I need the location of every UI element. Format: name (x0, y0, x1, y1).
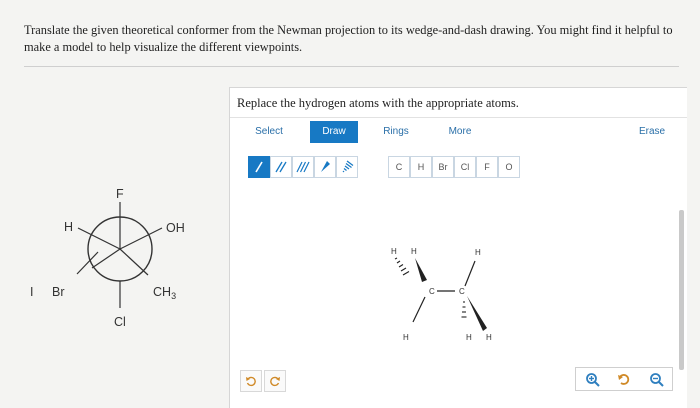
reset-zoom-icon (618, 374, 630, 385)
divider (24, 66, 679, 67)
tab-select[interactable]: Select (246, 121, 292, 143)
wedge-bond-c1-h2[interactable] (415, 258, 427, 282)
panel-title: Replace the hydrogen atoms with the appr… (237, 96, 519, 110)
double-bond-icon (275, 161, 287, 173)
panel-divider (230, 117, 687, 118)
toolbar-tabs: Select Draw Rings More Erase (230, 121, 687, 145)
question-text: Translate the given theoretical conforme… (24, 23, 673, 54)
zoom-in-button[interactable] (578, 369, 606, 389)
mol-carbon-right[interactable]: C (459, 287, 465, 296)
mol-h-lower-right[interactable]: H (486, 333, 492, 342)
ch-text: CH (153, 285, 171, 299)
atom-br-button[interactable]: Br (432, 156, 454, 178)
mol-h-upper-left[interactable]: H (391, 247, 397, 256)
front-bond-lower-right (119, 248, 149, 276)
dash-bond-c1-h1[interactable] (394, 257, 410, 276)
drawing-panel: Replace the hydrogen atoms with the appr… (229, 87, 687, 408)
reset-zoom-button[interactable] (610, 369, 638, 389)
tab-draw[interactable]: Draw (310, 121, 358, 143)
newman-projection: F H OH Br CH3 Cl I (30, 187, 185, 329)
front-bond-upper-right (119, 227, 163, 250)
double-bond-tool[interactable] (270, 156, 292, 178)
atom-cl-button[interactable]: Cl (454, 156, 476, 178)
front-bond-lower-left (91, 248, 121, 269)
newman-label-upper-right: OH (166, 221, 185, 235)
newman-label-bottom: Cl (114, 315, 126, 329)
bond-c1-h4[interactable] (412, 296, 426, 323)
question-prompt: Translate the given theoretical conforme… (24, 22, 679, 67)
zoom-controls (575, 367, 673, 391)
mol-carbon-left[interactable]: C (429, 287, 435, 296)
wedge-dash-molecule[interactable]: H H C C H H H H (375, 228, 545, 348)
redo-button[interactable] (264, 370, 286, 392)
front-bond-upper-left (77, 227, 121, 250)
atom-c-button[interactable]: C (388, 156, 410, 178)
triple-bond-icon (296, 161, 310, 173)
single-bond-icon (255, 161, 263, 173)
bond-c2-h3[interactable] (464, 260, 476, 287)
newman-label-far-left: I (30, 285, 33, 299)
wedge-bond-icon (321, 161, 330, 172)
wedge-bond-c2-h6[interactable] (467, 296, 487, 331)
tab-erase[interactable]: Erase (630, 121, 674, 143)
newman-label-top: F (116, 187, 124, 201)
mol-h-lower-mid[interactable]: H (466, 333, 472, 342)
redo-icon (270, 376, 280, 387)
atom-h-button[interactable]: H (410, 156, 432, 178)
tab-rings[interactable]: Rings (374, 121, 418, 143)
atom-o-button[interactable]: O (498, 156, 520, 178)
canvas-scrollbar[interactable] (679, 210, 684, 370)
newman-label-lower-right: CH3 (153, 285, 176, 301)
mol-h-upper-right[interactable]: H (475, 248, 481, 257)
history-controls (240, 370, 296, 392)
ch-subscript: 3 (171, 291, 176, 301)
newman-label-upper-left: H (64, 220, 73, 234)
dash-bond-icon (342, 160, 354, 173)
dash-bond-tool[interactable] (336, 156, 358, 178)
tab-more[interactable]: More (438, 121, 482, 143)
single-bond-tool[interactable] (248, 156, 270, 178)
mol-h-lower-left[interactable]: H (403, 333, 409, 342)
undo-icon (246, 376, 256, 387)
atom-f-button[interactable]: F (476, 156, 498, 178)
triple-bond-tool[interactable] (292, 156, 314, 178)
undo-button[interactable] (240, 370, 262, 392)
wedge-bond-tool[interactable] (314, 156, 336, 178)
zoom-out-button[interactable] (642, 369, 670, 389)
dash-bond-c2-h5[interactable] (461, 301, 467, 318)
zoom-out-icon (649, 372, 664, 387)
newman-label-lower-left: Br (52, 285, 65, 299)
back-bond-lower-left (76, 251, 99, 275)
mol-h-upper-mid[interactable]: H (411, 247, 417, 256)
zoom-in-icon (585, 372, 600, 387)
